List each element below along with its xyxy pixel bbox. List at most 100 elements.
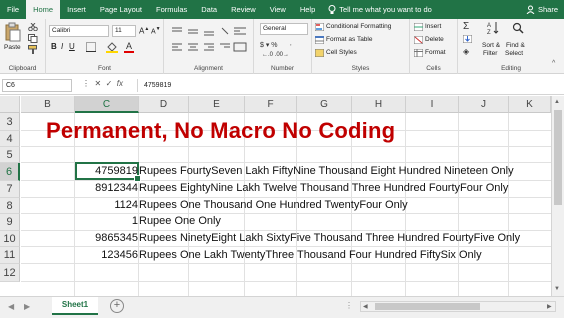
- column-header-h[interactable]: H: [352, 96, 406, 113]
- column-header-b[interactable]: B: [21, 96, 75, 113]
- format-as-table-button[interactable]: Format as Table: [326, 36, 372, 43]
- borders-icon[interactable]: [86, 42, 97, 52]
- row-header-7[interactable]: 7: [0, 181, 20, 198]
- tab-file[interactable]: File: [0, 0, 26, 19]
- cut-icon[interactable]: [28, 23, 38, 31]
- cell-number-row10[interactable]: 9865345: [75, 232, 138, 244]
- row-header-6[interactable]: 6: [0, 163, 20, 181]
- select-all-corner[interactable]: [0, 96, 20, 113]
- column-header-j[interactable]: J: [459, 96, 509, 113]
- horizontal-scrollbar[interactable]: ◀ ▶: [360, 301, 556, 312]
- tab-help[interactable]: Help: [293, 0, 322, 19]
- column-header-c[interactable]: C: [75, 96, 139, 113]
- alignment-group: Alignment: [164, 19, 254, 74]
- cell-number-row8[interactable]: 1124: [75, 199, 138, 211]
- row-header-11[interactable]: 11: [0, 247, 20, 264]
- horizontal-scroll-thumb[interactable]: [375, 303, 480, 310]
- cell-number-row11[interactable]: 123456: [75, 249, 138, 261]
- tab-formulas[interactable]: Formulas: [149, 0, 194, 19]
- autosum-icon[interactable]: Σ: [463, 21, 469, 32]
- share-label: Share: [537, 5, 558, 14]
- row-header-9[interactable]: 9: [0, 214, 20, 231]
- delete-cells-button[interactable]: Delete: [425, 36, 444, 43]
- tab-data[interactable]: Data: [194, 0, 224, 19]
- cell-words-row9[interactable]: Rupee One Only: [139, 215, 221, 227]
- sort-filter-label-1[interactable]: Sort &: [482, 42, 500, 49]
- column-header-g[interactable]: G: [297, 96, 352, 113]
- shrink-font-icon[interactable]: A▼: [151, 26, 161, 35]
- cell-words-row6[interactable]: Rupees FourtySeven Lakh FiftyNine Thousa…: [139, 165, 514, 177]
- copy-icon[interactable]: [28, 34, 38, 43]
- italic-icon[interactable]: I: [61, 42, 63, 51]
- format-painter-icon[interactable]: [28, 45, 38, 54]
- paste-label[interactable]: Paste: [4, 44, 21, 51]
- column-header-k[interactable]: K: [509, 96, 551, 113]
- column-header-i[interactable]: I: [406, 96, 459, 113]
- clear-icon[interactable]: ◈: [463, 47, 469, 56]
- comma-style-icon[interactable]: ,: [290, 41, 292, 47]
- cell-styles-button[interactable]: Cell Styles: [326, 49, 357, 56]
- row-header-12[interactable]: 12: [0, 264, 20, 282]
- tell-me-text: Tell me what you want to do: [339, 5, 432, 14]
- vertical-scroll-thumb[interactable]: [554, 110, 562, 205]
- font-color-icon[interactable]: A: [126, 41, 132, 51]
- sheet-tab-sheet1[interactable]: Sheet1: [52, 297, 98, 315]
- font-name-dropdown[interactable]: Calibri: [49, 25, 109, 37]
- sort-filter-label-2[interactable]: Filter: [483, 50, 497, 57]
- paste-icon[interactable]: [5, 22, 21, 42]
- row-header-5[interactable]: 5: [0, 147, 20, 163]
- tab-page-layout[interactable]: Page Layout: [93, 0, 149, 19]
- share-button[interactable]: Share: [526, 0, 558, 19]
- column-header-d[interactable]: D: [139, 96, 189, 113]
- fill-color-icon[interactable]: [106, 41, 118, 53]
- grow-font-icon[interactable]: A▲: [139, 26, 149, 36]
- user-icon: [526, 5, 535, 14]
- tab-insert[interactable]: Insert: [60, 0, 93, 19]
- tab-split-handle-icon[interactable]: ⋮: [345, 301, 353, 310]
- conditional-formatting-button[interactable]: Conditional Formatting: [326, 23, 391, 30]
- column-header-f[interactable]: F: [245, 96, 297, 113]
- tab-view[interactable]: View: [263, 0, 293, 19]
- scroll-right-icon[interactable]: ▶: [547, 303, 552, 310]
- tab-review[interactable]: Review: [224, 0, 263, 19]
- underline-icon[interactable]: U: [69, 42, 75, 51]
- formula-input[interactable]: 4759819: [137, 79, 561, 92]
- tab-home[interactable]: Home: [26, 0, 61, 19]
- find-select-label-1[interactable]: Find &: [506, 42, 525, 49]
- decimal-icons[interactable]: ←.0 .00→: [262, 52, 289, 58]
- format-cells-button[interactable]: Format: [425, 49, 446, 56]
- scroll-left-icon[interactable]: ◀: [363, 303, 368, 310]
- cell-number-row9[interactable]: 1: [75, 215, 138, 227]
- add-sheet-button[interactable]: +: [110, 299, 124, 313]
- bold-icon[interactable]: B: [51, 42, 57, 51]
- tell-me-search[interactable]: Tell me what you want to do: [328, 4, 432, 15]
- number-format-dropdown[interactable]: General: [260, 23, 308, 35]
- next-sheet-icon[interactable]: ▶: [24, 302, 30, 311]
- insert-cells-button[interactable]: Insert: [425, 23, 441, 30]
- column-header-e[interactable]: E: [189, 96, 245, 113]
- vertical-scrollbar[interactable]: ▲ ▼: [551, 96, 564, 296]
- find-select-label-2[interactable]: Select: [505, 50, 523, 57]
- prev-sheet-icon[interactable]: ◀: [8, 302, 14, 311]
- fill-icon[interactable]: [463, 35, 472, 43]
- cell-number-row6[interactable]: 4759819: [75, 165, 138, 177]
- font-size-dropdown[interactable]: 11: [112, 25, 136, 37]
- cell-words-row7[interactable]: Rupees EightyNine Lakh Twelve Thousand T…: [139, 182, 508, 194]
- row-header-8[interactable]: 8: [0, 198, 20, 214]
- alignment-icons[interactable]: [170, 26, 248, 54]
- currency-icon[interactable]: $ ▾ %: [260, 41, 278, 49]
- cell-words-row11[interactable]: Rupees One Lakh TwentyThree Thousand Fou…: [139, 249, 482, 261]
- cell-grid[interactable]: Permanent, No Macro No Coding 4759819 Ru…: [21, 113, 551, 296]
- row-header-10[interactable]: 10: [0, 231, 20, 247]
- row-header-4[interactable]: 4: [0, 131, 20, 147]
- formula-controls[interactable]: ⋮ ✕ ✓ fx: [82, 79, 123, 88]
- row-header-3[interactable]: 3: [0, 113, 20, 131]
- scroll-down-icon[interactable]: ▼: [554, 286, 560, 292]
- name-box[interactable]: C6: [2, 79, 72, 92]
- cells-group-label: Cells: [426, 65, 441, 72]
- cell-number-row7[interactable]: 8912344: [75, 182, 138, 194]
- scroll-up-icon[interactable]: ▲: [554, 99, 560, 105]
- cell-words-row8[interactable]: Rupees One Thousand One Hundred TwentyFo…: [139, 199, 408, 211]
- cell-words-row10[interactable]: Rupees NinetyEight Lakh SixtyFive Thousa…: [139, 232, 520, 244]
- fx-icon[interactable]: fx: [117, 79, 123, 88]
